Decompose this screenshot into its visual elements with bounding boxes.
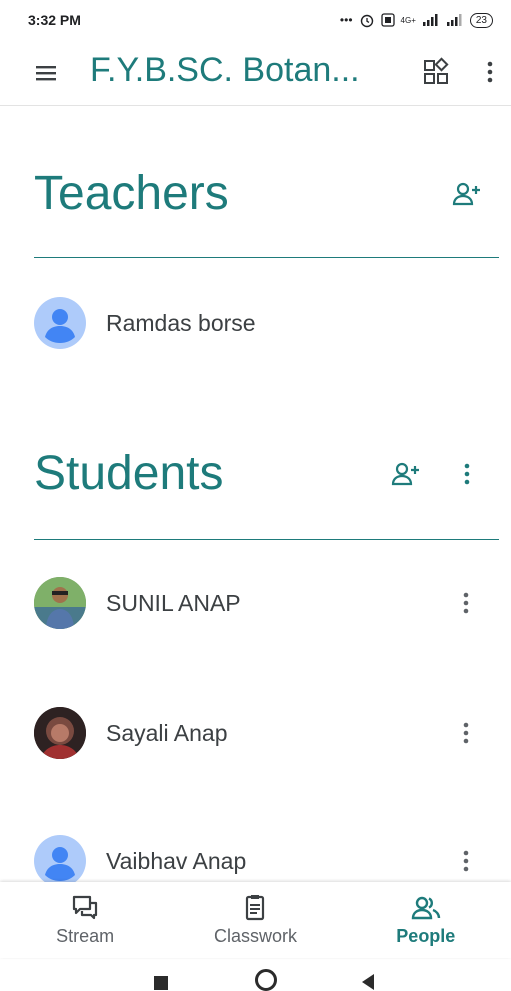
person-name: Sayali Anap — [106, 719, 228, 746]
more-options-icon[interactable] — [478, 56, 502, 88]
student-row[interactable]: Sayali Anap — [34, 706, 494, 760]
teachers-header: Teachers — [34, 167, 499, 258]
tab-stream[interactable]: Stream — [0, 882, 170, 958]
menu-icon[interactable] — [32, 60, 60, 86]
invite-teacher-icon[interactable] — [451, 180, 483, 208]
more-notifications-icon: ••• — [339, 13, 353, 27]
student-more-icon[interactable] — [458, 846, 474, 876]
class-dashboard-icon[interactable] — [420, 56, 452, 88]
tab-classwork[interactable]: Classwork — [170, 882, 340, 958]
recents-button[interactable] — [153, 975, 169, 991]
battery-icon: 23 — [469, 12, 493, 28]
nav-label: Stream — [56, 926, 115, 946]
student-more-icon[interactable] — [458, 718, 474, 748]
status-time: 3:32 PM — [28, 12, 81, 28]
app-bar: F.Y.B.SC. Botan... — [0, 40, 511, 106]
invite-student-icon[interactable] — [390, 460, 422, 488]
student-row[interactable]: SUNIL ANAP — [34, 576, 494, 630]
home-button[interactable] — [254, 968, 278, 991]
student-more-icon[interactable] — [458, 588, 474, 618]
person-name: Ramdas borse — [106, 309, 256, 336]
nav-label: People — [396, 926, 456, 946]
status-icons: ••• 4G+ 23 — [340, 12, 493, 28]
volte-icon — [380, 13, 395, 27]
student-row[interactable]: Vaibhav Anap — [34, 834, 494, 888]
students-more-icon[interactable] — [457, 460, 477, 488]
person-name: SUNIL ANAP — [106, 589, 241, 616]
person-name: Vaibhav Anap — [106, 847, 247, 874]
students-header: Students — [34, 447, 499, 540]
avatar — [34, 835, 86, 887]
teachers-heading: Teachers — [34, 167, 229, 220]
tab-people[interactable]: People — [341, 882, 511, 958]
network-type: 4G+ — [400, 15, 416, 25]
nav-label: Classwork — [213, 926, 297, 946]
classwork-icon — [246, 895, 265, 921]
bottom-navigation: Stream Classwork People — [0, 882, 511, 958]
signal-icon-2 — [446, 14, 462, 26]
stream-icon — [73, 895, 98, 920]
alarm-icon — [360, 14, 373, 28]
avatar — [34, 707, 86, 759]
status-bar: 3:32 PM ••• 4G+ 23 — [0, 0, 511, 40]
avatar — [34, 577, 86, 629]
avatar — [34, 297, 86, 349]
teacher-row[interactable]: Ramdas borse — [34, 296, 494, 350]
students-heading: Students — [34, 447, 224, 500]
class-title: F.Y.B.SC. Botan... — [90, 51, 360, 89]
signal-icon — [422, 14, 438, 26]
people-icon — [411, 896, 441, 920]
back-button[interactable] — [360, 973, 376, 991]
